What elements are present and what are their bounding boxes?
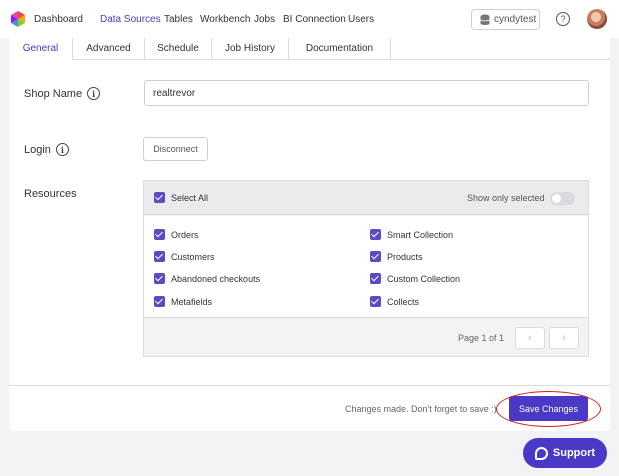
nav-bi-connection[interactable]: BI Connection (283, 14, 346, 25)
select-all-checkbox[interactable] (154, 192, 165, 203)
resource-label: Orders (171, 230, 199, 240)
database-icon (480, 14, 490, 25)
resource-label: Abandoned checkouts (171, 274, 261, 284)
checkbox-metafields[interactable] (154, 296, 165, 307)
checkbox-orders[interactable] (154, 229, 165, 240)
resources-label: Resources (24, 188, 77, 200)
tab-divider (391, 59, 610, 60)
pagination-info: Page 1 of 1 (458, 333, 505, 343)
resource-label: Customers (171, 252, 215, 262)
login-label-group: Login i (24, 143, 69, 156)
nav-workbench[interactable]: Workbench (200, 14, 250, 25)
nav-users[interactable]: Users (348, 14, 374, 25)
nav-jobs[interactable]: Jobs (254, 14, 275, 25)
resources-list: Orders Customers Abandoned checkouts Met… (144, 216, 588, 318)
settings-tabs: General Advanced Schedule Job History Do… (9, 38, 610, 60)
highlight-ring (496, 391, 601, 427)
tab-job-history[interactable]: Job History (212, 38, 289, 60)
avatar[interactable] (587, 9, 607, 29)
form-footer: Changes made. Don't forget to save :) Sa… (9, 385, 610, 431)
tab-general[interactable]: General (9, 38, 73, 60)
show-only-selected-label: Show only selected (467, 193, 545, 203)
tab-advanced[interactable]: Advanced (73, 38, 145, 60)
login-label: Login (24, 143, 51, 156)
resource-label: Collects (387, 297, 420, 307)
help-icon[interactable]: ? (556, 12, 570, 26)
checkbox-smart-collection[interactable] (370, 229, 381, 240)
info-icon[interactable]: i (55, 143, 69, 156)
show-only-selected-toggle[interactable] (550, 192, 575, 205)
resource-label: Smart Collection (387, 230, 454, 240)
select-all-label: Select All (171, 193, 209, 203)
nav-tables[interactable]: Tables (164, 14, 193, 25)
workspace-button[interactable]: cyndytest (471, 9, 540, 30)
resource-label: Metafields (171, 297, 213, 307)
disconnect-button[interactable]: Disconnect (143, 137, 208, 161)
top-nav: Dashboard Data Sources Tables Workbench … (0, 0, 619, 38)
nav-dashboard[interactable]: Dashboard (34, 14, 83, 25)
checkbox-collects[interactable] (370, 296, 381, 307)
shop-name-input[interactable]: realtrevor (144, 80, 589, 106)
checkbox-customers[interactable] (154, 251, 165, 262)
resource-label: Products (387, 252, 423, 262)
checkbox-custom-collection[interactable] (370, 273, 381, 284)
checkbox-abandoned-checkouts[interactable] (154, 273, 165, 284)
unsaved-changes-message: Changes made. Don't forget to save :) (345, 404, 497, 414)
shop-name-label: Shop Name (24, 87, 83, 100)
checkbox-products[interactable] (370, 251, 381, 262)
shop-name-label-group: Shop Name i (24, 87, 101, 100)
workspace-name: cyndytest (494, 14, 537, 25)
resources-header: Select All Show only selected (144, 181, 588, 215)
next-page-button[interactable]: › (549, 327, 579, 349)
resources-panel: Select All Show only selected Orders Cus… (143, 180, 589, 357)
nav-data-sources[interactable]: Data Sources (100, 14, 161, 25)
data-source-settings-card: General Advanced Schedule Job History Do… (9, 38, 610, 431)
logo-icon[interactable] (8, 9, 28, 29)
prev-page-button[interactable]: ‹ (515, 327, 545, 349)
info-icon[interactable]: i (87, 87, 101, 100)
support-label: Support (552, 447, 596, 459)
resource-label: Custom Collection (387, 274, 461, 284)
tab-schedule[interactable]: Schedule (145, 38, 212, 60)
chat-icon (534, 446, 548, 460)
tab-documentation[interactable]: Documentation (289, 38, 391, 60)
support-button[interactable]: Support (523, 438, 607, 468)
